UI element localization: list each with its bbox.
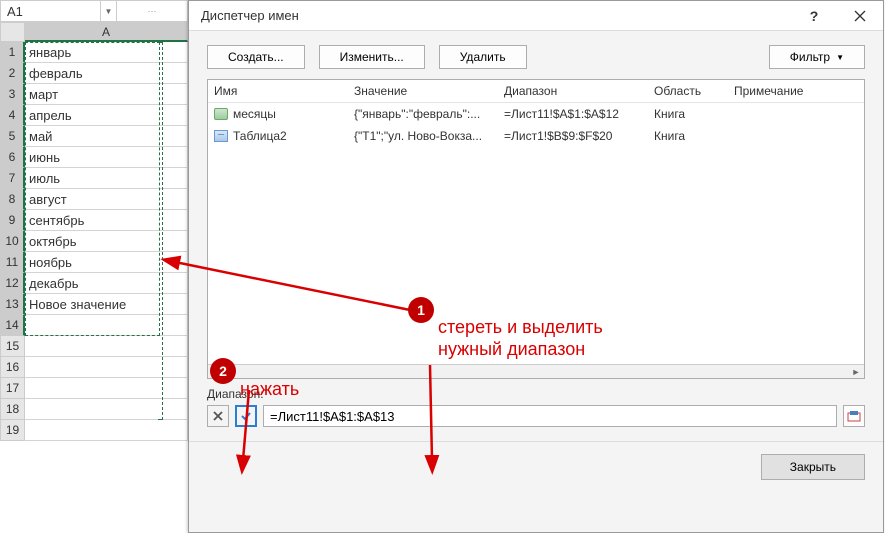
scope-cell: Книга bbox=[648, 103, 728, 125]
delete-button-label: Удалить bbox=[460, 50, 506, 64]
edit-button[interactable]: Изменить... bbox=[319, 45, 425, 69]
create-button[interactable]: Создать... bbox=[207, 45, 305, 69]
row-header[interactable]: 5 bbox=[0, 126, 25, 147]
cell[interactable] bbox=[25, 357, 188, 378]
col-value[interactable]: Значение bbox=[348, 80, 498, 102]
row-header[interactable]: 9 bbox=[0, 210, 25, 231]
col-scope[interactable]: Область bbox=[648, 80, 728, 102]
defined-name-icon bbox=[214, 108, 228, 120]
cell[interactable] bbox=[25, 420, 188, 441]
row-header[interactable]: 15 bbox=[0, 336, 25, 357]
range-cell: =Лист1!$B$9:$F$20 bbox=[498, 125, 648, 147]
table-icon bbox=[214, 130, 228, 142]
close-button[interactable]: Закрыть bbox=[761, 454, 865, 480]
close-icon[interactable] bbox=[837, 1, 883, 31]
cell[interactable]: июнь bbox=[25, 147, 188, 168]
collapse-icon bbox=[847, 409, 861, 423]
row-header[interactable]: 12 bbox=[0, 273, 25, 294]
scroll-right-icon[interactable]: ► bbox=[848, 365, 864, 379]
cell[interactable]: Новое значение bbox=[25, 294, 188, 315]
grid-rows: 1январь 2февраль 3март 4апрель 5май 6июн… bbox=[0, 42, 188, 441]
value-cell: {"январь":"февраль":... bbox=[348, 103, 498, 125]
filter-button[interactable]: Фильтр ▼ bbox=[769, 45, 865, 69]
cell[interactable]: февраль bbox=[25, 63, 188, 84]
scroll-left-icon[interactable]: ◄ bbox=[208, 365, 224, 379]
row-header[interactable]: 17 bbox=[0, 378, 25, 399]
delete-button[interactable]: Удалить bbox=[439, 45, 527, 69]
commit-edit-button[interactable] bbox=[235, 405, 257, 427]
cell[interactable]: ноябрь bbox=[25, 252, 188, 273]
help-button[interactable]: ? bbox=[791, 1, 837, 31]
row-header[interactable]: 11 bbox=[0, 252, 25, 273]
row-header[interactable]: 8 bbox=[0, 189, 25, 210]
col-range[interactable]: Диапазон bbox=[498, 80, 648, 102]
formula-bar-stub: ⋯ bbox=[117, 1, 187, 21]
name-row[interactable]: месяцы {"январь":"февраль":... =Лист11!$… bbox=[208, 103, 864, 125]
cell[interactable]: май bbox=[25, 126, 188, 147]
name-box[interactable]: A1 bbox=[1, 1, 101, 21]
worksheet: A1 ▼ ⋯ A 1январь 2февраль 3март 4апрель … bbox=[0, 0, 188, 441]
cell[interactable]: август bbox=[25, 189, 188, 210]
name-manager-dialog: Диспетчер имен ? Создать... Изменить... … bbox=[188, 0, 884, 533]
row-header[interactable]: 14 bbox=[0, 315, 25, 336]
create-button-label: Создать... bbox=[228, 50, 284, 64]
x-icon bbox=[212, 410, 224, 422]
row-header[interactable]: 3 bbox=[0, 84, 25, 105]
close-button-label: Закрыть bbox=[790, 460, 836, 474]
cell[interactable]: март bbox=[25, 84, 188, 105]
row-header[interactable]: 10 bbox=[0, 231, 25, 252]
name-row[interactable]: Таблица2 {"Т1";"ул. Ново-Вокза... =Лист1… bbox=[208, 125, 864, 147]
cell[interactable]: январь bbox=[25, 42, 188, 63]
note-cell bbox=[728, 110, 864, 118]
range-formula-input[interactable] bbox=[263, 405, 837, 427]
dialog-titlebar[interactable]: Диспетчер имен ? bbox=[189, 1, 883, 31]
edit-button-label: Изменить... bbox=[340, 50, 404, 64]
row-header[interactable]: 19 bbox=[0, 420, 25, 441]
filter-button-label: Фильтр bbox=[790, 50, 830, 64]
name-cell: Таблица2 bbox=[233, 129, 287, 143]
cell[interactable] bbox=[25, 399, 188, 420]
cell[interactable]: июль bbox=[25, 168, 188, 189]
row-header[interactable]: 13 bbox=[0, 294, 25, 315]
check-icon bbox=[240, 410, 252, 422]
note-cell bbox=[728, 132, 864, 140]
col-name[interactable]: Имя bbox=[208, 80, 348, 102]
row-header[interactable]: 1 bbox=[0, 42, 25, 63]
range-field-label: Диапазон: bbox=[207, 387, 865, 401]
list-header: Имя Значение Диапазон Область Примечание bbox=[208, 80, 864, 103]
collapse-dialog-button[interactable] bbox=[843, 405, 865, 427]
col-note[interactable]: Примечание bbox=[728, 80, 864, 102]
cell[interactable]: декабрь bbox=[25, 273, 188, 294]
cell[interactable]: октябрь bbox=[25, 231, 188, 252]
cancel-edit-button[interactable] bbox=[207, 405, 229, 427]
row-header[interactable]: 7 bbox=[0, 168, 25, 189]
dialog-title: Диспетчер имен bbox=[189, 8, 791, 23]
row-header[interactable]: 4 bbox=[0, 105, 25, 126]
dialog-toolbar: Создать... Изменить... Удалить Фильтр ▼ bbox=[189, 31, 883, 79]
name-cell: месяцы bbox=[233, 107, 276, 121]
column-header-a[interactable]: A bbox=[25, 22, 188, 42]
value-cell: {"Т1";"ул. Ново-Вокза... bbox=[348, 125, 498, 147]
chevron-down-icon: ▼ bbox=[836, 53, 844, 62]
name-box-dropdown-icon[interactable]: ▼ bbox=[101, 1, 117, 21]
row-header[interactable]: 18 bbox=[0, 399, 25, 420]
cell[interactable] bbox=[25, 336, 188, 357]
cell[interactable] bbox=[25, 315, 188, 336]
select-all-corner[interactable] bbox=[0, 22, 25, 42]
cell[interactable]: сентябрь bbox=[25, 210, 188, 231]
cell[interactable] bbox=[25, 378, 188, 399]
row-header[interactable]: 6 bbox=[0, 147, 25, 168]
row-header[interactable]: 16 bbox=[0, 357, 25, 378]
range-cell: =Лист11!$A$1:$A$12 bbox=[498, 103, 648, 125]
cell[interactable]: апрель bbox=[25, 105, 188, 126]
names-list: Имя Значение Диапазон Область Примечание… bbox=[207, 79, 865, 379]
scope-cell: Книга bbox=[648, 125, 728, 147]
row-header[interactable]: 2 bbox=[0, 63, 25, 84]
horizontal-scrollbar[interactable]: ◄ ► bbox=[208, 364, 864, 378]
